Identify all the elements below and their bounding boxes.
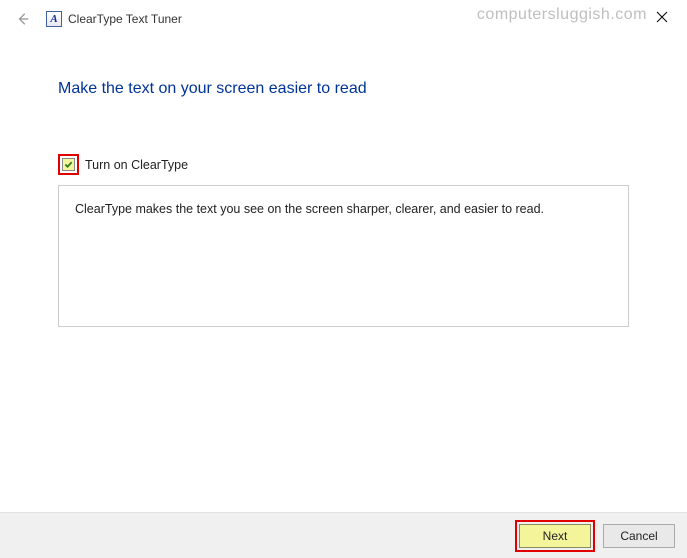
footer: Next Cancel: [0, 512, 687, 558]
content-area: Make the text on your screen easier to r…: [0, 34, 687, 327]
close-button[interactable]: [653, 8, 671, 26]
window-title: ClearType Text Tuner: [68, 12, 182, 26]
cancel-button[interactable]: Cancel: [603, 524, 675, 548]
watermark: computersluggish.com: [477, 6, 647, 24]
next-highlight: Next: [515, 520, 595, 552]
description-panel: ClearType makes the text you see on the …: [58, 185, 629, 327]
app-icon-letter: A: [50, 13, 57, 25]
page-heading: Make the text on your screen easier to r…: [58, 80, 629, 98]
titlebar: A ClearType Text Tuner computersluggish.…: [0, 0, 687, 34]
checkbox-highlight: [58, 154, 79, 175]
turn-on-cleartype-checkbox[interactable]: [62, 158, 75, 171]
arrow-left-icon: [16, 12, 30, 26]
checkmark-icon: [64, 160, 73, 169]
next-button[interactable]: Next: [519, 524, 591, 548]
description-text: ClearType makes the text you see on the …: [75, 202, 544, 216]
close-icon: [656, 11, 668, 23]
checkbox-label[interactable]: Turn on ClearType: [85, 158, 188, 172]
back-button[interactable]: [14, 10, 32, 28]
app-icon: A: [46, 11, 62, 27]
checkbox-row: Turn on ClearType: [58, 154, 629, 175]
